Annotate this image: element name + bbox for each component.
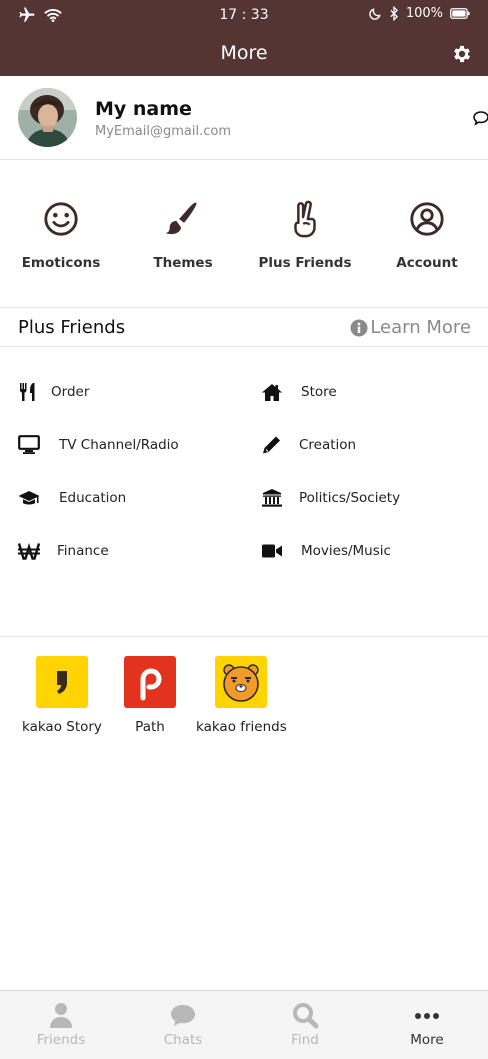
category-creation[interactable]: Creation [261, 433, 356, 457]
bank-icon [262, 489, 282, 507]
tab-chats[interactable]: Chats [122, 991, 244, 1059]
tab-more[interactable]: More [366, 991, 488, 1059]
app-kakao-friends[interactable]: kakao friends [196, 656, 287, 735]
shortcut-label: Themes [153, 255, 213, 271]
user-icon [50, 1003, 72, 1028]
category-label: TV Channel/Radio [59, 437, 179, 453]
category-label: Politics/Society [299, 490, 401, 506]
shortcut-account[interactable]: Account [366, 200, 488, 271]
category-label: Finance [57, 543, 109, 559]
comment-icon [171, 1005, 195, 1026]
apps-row: kakao Story Path kakao friends [0, 638, 488, 758]
app-header: More [0, 32, 488, 76]
plus-friends-grid: Order Store TV Channel/Radio Creation Ed… [0, 347, 488, 637]
battery-percent: 100% [405, 6, 443, 21]
app-path[interactable]: Path [124, 656, 176, 735]
category-store[interactable]: Store [261, 380, 337, 404]
battery-icon [450, 8, 470, 19]
user-circle-icon [410, 202, 444, 236]
shortcut-emoticons[interactable]: Emoticons [0, 200, 122, 271]
app-label: kakao Story [22, 719, 102, 735]
desktop-icon [18, 435, 40, 454]
speech-bubble-icon[interactable] [472, 110, 488, 126]
category-label: Creation [299, 437, 357, 453]
shortcut-plus-friends[interactable]: Plus Friends [244, 200, 366, 271]
shortcut-label: Account [396, 255, 458, 271]
kakao-friends-icon [215, 656, 268, 708]
video-camera-icon [262, 544, 282, 558]
category-movies[interactable]: Movies/Music [261, 539, 391, 563]
path-icon [124, 656, 176, 708]
info-icon [350, 319, 368, 336]
status-right: 100% [368, 6, 470, 21]
profile-email: MyEmail@gmail.com [95, 124, 231, 139]
home-icon [262, 384, 282, 401]
pencil-icon [263, 436, 280, 454]
shortcut-label: Emoticons [21, 255, 101, 271]
gear-icon[interactable] [451, 43, 473, 65]
hand-peace-icon [294, 200, 316, 238]
category-finance[interactable]: Finance [18, 539, 109, 563]
shortcut-label: Plus Friends [258, 255, 352, 271]
learn-more-label: Learn More [370, 317, 471, 338]
status-bar: 17 : 33 100% [0, 0, 488, 32]
search-icon [293, 1003, 319, 1029]
section-title: Plus Friends [18, 317, 126, 338]
category-label: Education [59, 490, 127, 506]
app-label: kakao friends [196, 719, 287, 735]
bottom-nav: Friends Chats Find More [0, 990, 488, 1059]
tab-friends[interactable]: Friends [0, 991, 122, 1059]
category-order[interactable]: Order [18, 380, 89, 404]
app-kakao-story[interactable]: kakao Story [22, 656, 102, 735]
won-icon [18, 542, 40, 560]
tab-label: Find [291, 1032, 319, 1048]
shortcut-themes[interactable]: Themes [122, 200, 244, 271]
brush-icon [165, 202, 197, 235]
moon-icon [369, 7, 381, 20]
page-title: More [220, 42, 268, 64]
tab-label: More [410, 1032, 444, 1048]
tab-label: Friends [36, 1032, 86, 1048]
kakao-story-icon [35, 656, 88, 708]
profile-card[interactable]: My name MyEmail@gmail.com [0, 76, 488, 160]
category-label: Order [51, 384, 90, 400]
shortcut-row: Emoticons Themes Plus Friends Account [0, 160, 488, 308]
avatar[interactable] [18, 88, 77, 147]
utensils-icon [20, 383, 35, 401]
graduation-cap-icon [18, 491, 40, 505]
category-label: Store [301, 384, 337, 400]
category-label: Movies/Music [301, 543, 391, 559]
plus-friends-header: Plus Friends Learn More [0, 308, 488, 347]
ellipsis-icon [415, 1013, 439, 1019]
learn-more-link[interactable]: Learn More [350, 317, 471, 338]
app-label: Path [135, 719, 165, 735]
category-politics[interactable]: Politics/Society [261, 486, 400, 510]
category-tv[interactable]: TV Channel/Radio [18, 433, 179, 457]
profile-name: My name [95, 98, 192, 120]
smile-icon [44, 202, 78, 236]
tab-label: Chats [163, 1032, 203, 1048]
bluetooth-icon [390, 6, 398, 21]
tab-find[interactable]: Find [244, 991, 366, 1059]
category-education[interactable]: Education [18, 486, 126, 510]
